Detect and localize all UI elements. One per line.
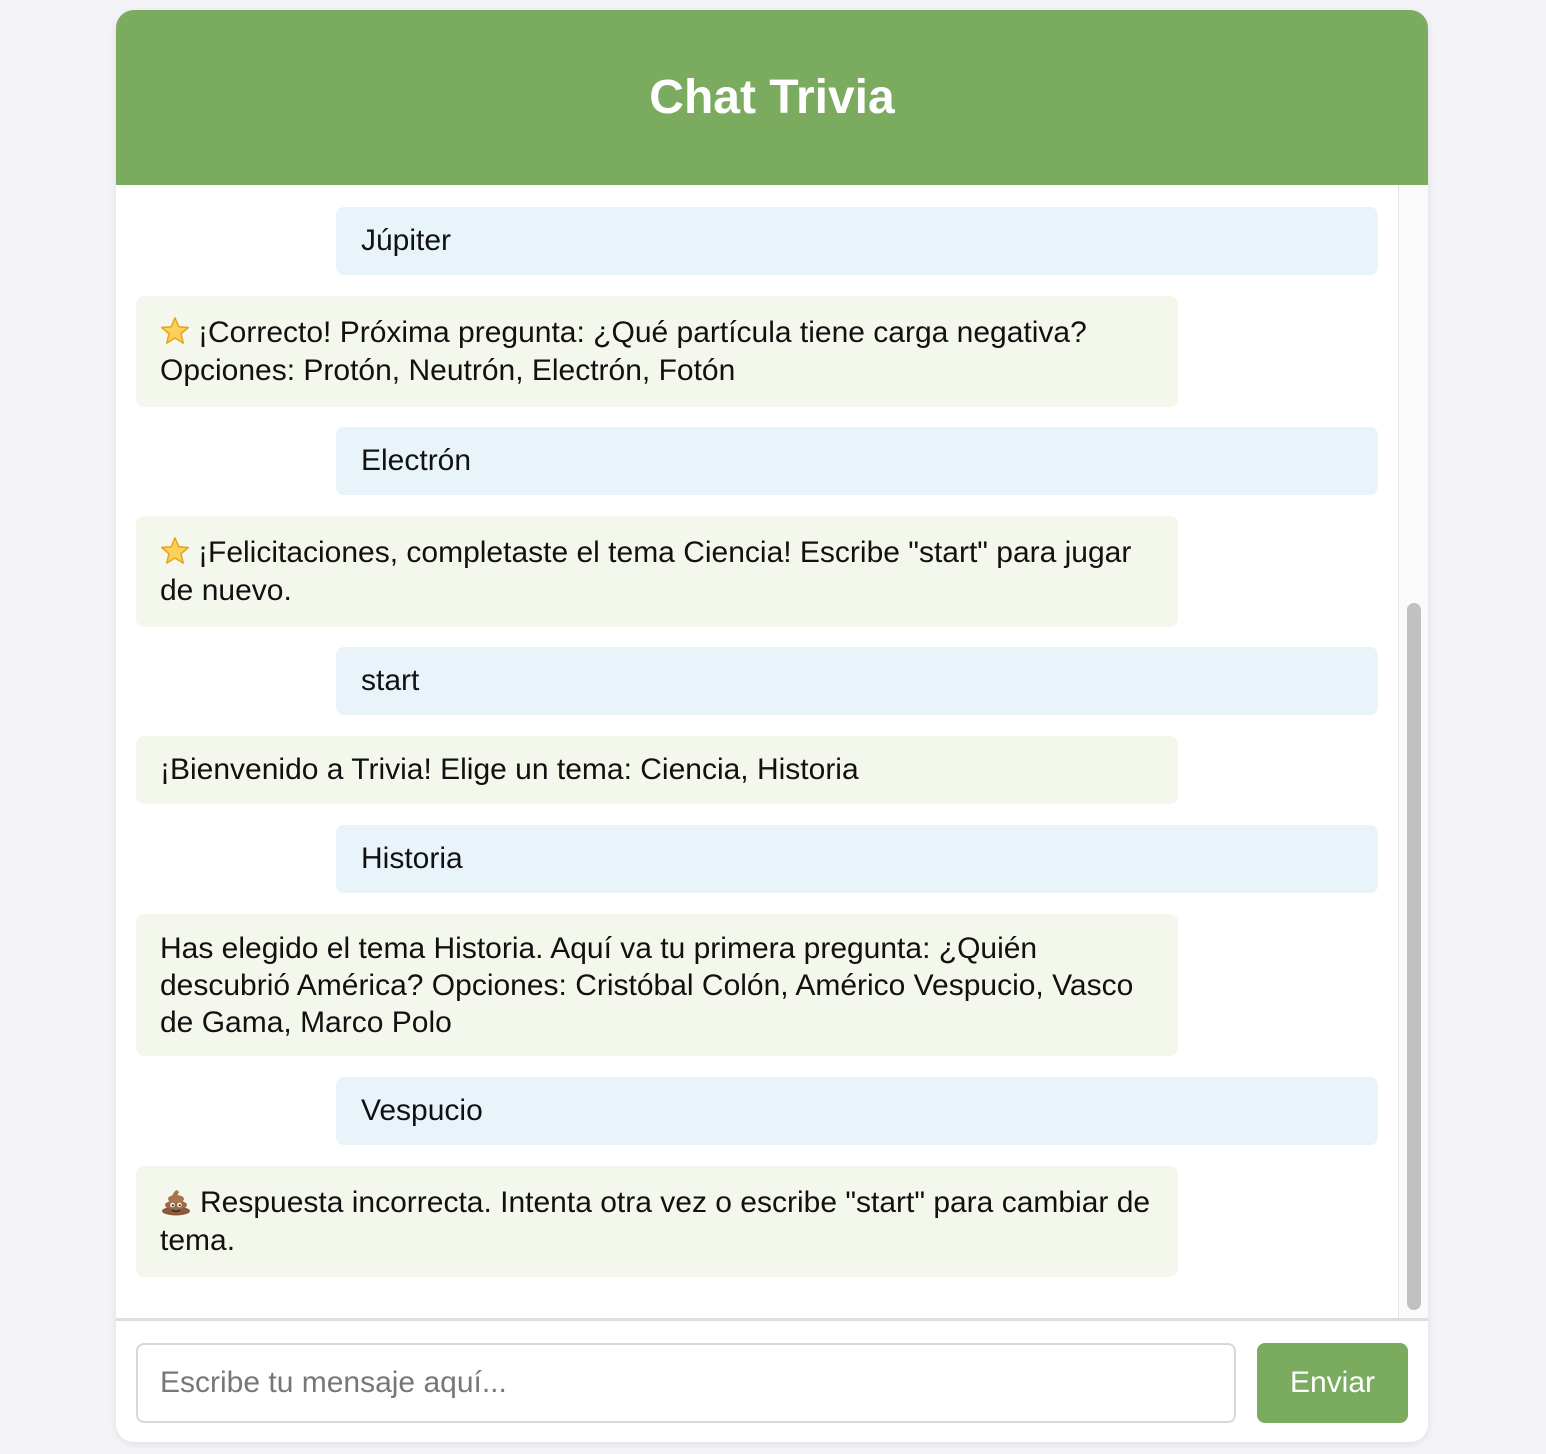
- bot-message: ¡Bienvenido a Trivia! Elige un tema: Cie…: [136, 736, 1178, 804]
- bot-message: Has elegido el tema Historia. Aquí va tu…: [136, 914, 1178, 1056]
- chat-title: Chat Trivia: [649, 71, 895, 124]
- bot-message: Respuesta incorrecta. Intenta otra vez o…: [136, 1166, 1178, 1277]
- user-message: Júpiter: [336, 207, 1378, 275]
- bot-message: ¡Correcto! Próxima pregunta: ¿Qué partíc…: [136, 296, 1178, 407]
- message-input[interactable]: [136, 1343, 1236, 1423]
- message-text: ¡Bienvenido a Trivia! Elige un tema: Cie…: [160, 753, 859, 786]
- send-button[interactable]: Enviar: [1257, 1343, 1408, 1423]
- scrollbar-thumb[interactable]: [1407, 603, 1421, 1310]
- input-bar: Enviar: [116, 1318, 1428, 1442]
- message-text: Vespucio: [361, 1094, 483, 1127]
- message-text: Has elegido el tema Historia. Aquí va tu…: [160, 931, 1134, 1039]
- message-text: Electrón: [361, 444, 472, 477]
- chat-window: Chat Trivia Júpiter ¡Correcto! Próxima p…: [116, 10, 1428, 1442]
- star-icon: [160, 536, 190, 564]
- message-text: ¡Felicitaciones, completaste el tema Cie…: [160, 535, 1132, 607]
- message-text: Historia: [361, 842, 463, 875]
- message-text: ¡Correcto! Próxima pregunta: ¿Qué partíc…: [160, 315, 1087, 387]
- scrollbar-track[interactable]: [1398, 185, 1428, 1318]
- poop-icon: [162, 1189, 190, 1215]
- message-text: Júpiter: [361, 224, 452, 257]
- user-message: Historia: [336, 825, 1378, 893]
- user-message: Vespucio: [336, 1077, 1378, 1145]
- user-message: Electrón: [336, 427, 1378, 495]
- chat-header: Chat Trivia: [116, 10, 1428, 185]
- message-text: Respuesta incorrecta. Intenta otra vez o…: [160, 1185, 1151, 1257]
- star-icon: [160, 316, 190, 344]
- bot-message: ¡Felicitaciones, completaste el tema Cie…: [136, 516, 1178, 627]
- message-text: start: [361, 664, 420, 697]
- message-list[interactable]: Júpiter ¡Correcto! Próxima pregunta: ¿Qu…: [116, 185, 1398, 1318]
- user-message: start: [336, 647, 1378, 715]
